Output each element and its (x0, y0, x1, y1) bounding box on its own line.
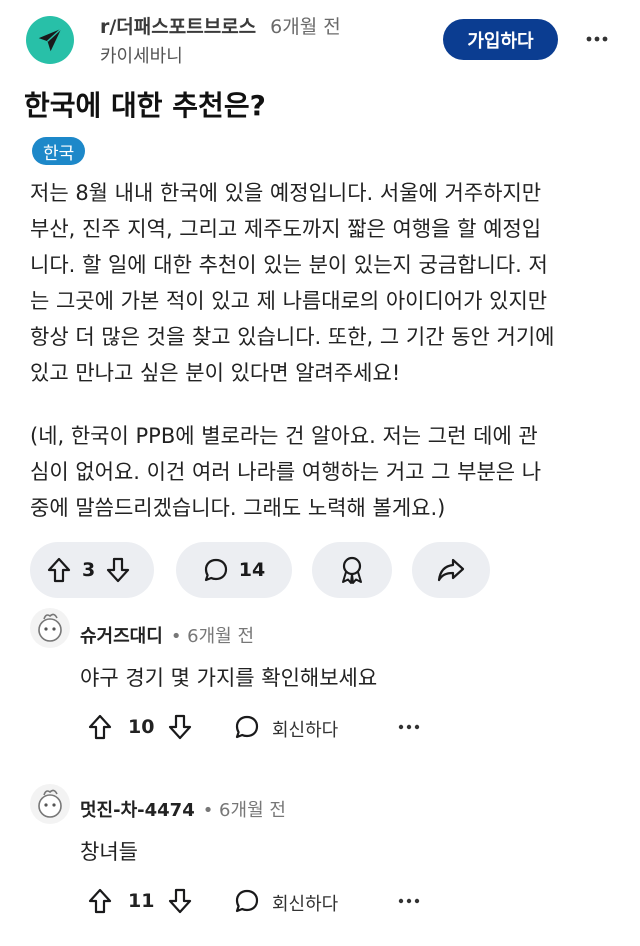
comment-vote-count: 11 (128, 890, 155, 912)
comment-time: • 6개월 전 (170, 626, 255, 647)
comment-action-bar: 11 회신하다 (80, 888, 620, 918)
reply-button[interactable]: 회신하다 (272, 716, 338, 742)
post-body-paragraph-2: (네, 한국이 PPB에 별로라는 건 알아요. 저는 그런 데에 관 심이 없… (30, 418, 622, 526)
join-button[interactable]: 가입하다 (443, 19, 558, 60)
reply-bubble-icon[interactable] (234, 888, 260, 914)
comment-author[interactable]: 멋진-차-4474 (80, 800, 195, 821)
more-horizontal-icon[interactable] (398, 724, 420, 730)
body-line: (네, 한국이 PPB에 별로라는 건 알아요. 저는 그런 데에 관 (30, 424, 538, 448)
reply-button[interactable]: 회신하다 (272, 890, 338, 916)
upvote-arrow-icon[interactable] (44, 557, 74, 583)
comment-text: 야구 경기 몇 가지를 확인해보세요 (80, 666, 378, 690)
subreddit-line: r/더패스포트브로스 6개월 전 (100, 12, 341, 39)
award-icon (338, 555, 366, 585)
post-author[interactable]: 카이세바니 (100, 42, 183, 68)
body-line: 는 그곳에 가본 적이 있고 제 나름대로의 아이디어가 있지만 (30, 289, 548, 313)
avatar[interactable] (30, 608, 70, 648)
vote-count: 3 (82, 559, 96, 581)
subreddit-name[interactable]: r/더패스포트브로스 (100, 16, 256, 38)
upvote-arrow-icon[interactable] (88, 714, 112, 740)
more-horizontal-icon[interactable] (582, 24, 612, 54)
more-horizontal-icon[interactable] (398, 898, 420, 904)
comment-action-bar: 10 회신하다 (80, 714, 620, 744)
post-time: 6개월 전 (270, 16, 341, 38)
share-button[interactable] (412, 542, 490, 598)
airplane-icon[interactable] (26, 16, 74, 64)
body-line: 부산, 진주 지역, 그리고 제주도까지 짧은 여행을 할 예정입 (30, 217, 542, 241)
post-header: r/더패스포트브로스 6개월 전 카이세바니 가입하다 (0, 0, 640, 78)
comment-bubble-icon (203, 557, 229, 583)
comment-author-line: 슈거즈대디 • 6개월 전 (80, 622, 254, 648)
upvote-arrow-icon[interactable] (88, 888, 112, 914)
body-line: 니다. 할 일에 대한 추천이 있는 분이 있는지 궁금합니다. 저 (30, 253, 548, 277)
body-line: 항상 더 많은 것을 찾고 있습니다. 또한, 그 기간 동안 거기에 (30, 325, 555, 349)
post-title: 한국에 대한 추천은? (24, 89, 266, 122)
downvote-arrow-icon[interactable] (168, 714, 192, 740)
body-line: 있고 만나고 싶은 분이 있다면 알려주세요! (30, 361, 401, 385)
award-button[interactable] (312, 542, 392, 598)
body-line: 중에 말씀드리겠습니다. 그래도 노력해 볼게요.) (30, 496, 446, 520)
post-body-paragraph-1: 저는 8월 내내 한국에 있을 예정입니다. 서울에 거주하지만 부산, 진주 … (30, 175, 622, 391)
share-arrow-icon (437, 557, 465, 583)
body-line: 저는 8월 내내 한국에 있을 예정입니다. 서울에 거주하지만 (30, 181, 542, 205)
downvote-arrow-icon[interactable] (168, 888, 192, 914)
post-action-bar: 3 14 (30, 542, 630, 598)
body-line: 심이 없어요. 이건 여러 나라를 여행하는 거고 그 부분은 나 (30, 460, 542, 484)
comment-vote-count: 10 (128, 716, 155, 738)
flair-badge[interactable]: 한국 (32, 137, 86, 165)
reply-bubble-icon[interactable] (234, 714, 260, 740)
vote-pill: 3 (30, 542, 154, 598)
comment-author-line: 멋진-차-4474 • 6개월 전 (80, 796, 286, 822)
comment-text: 창녀들 (80, 840, 138, 864)
comment-author[interactable]: 슈거즈대디 (80, 626, 163, 647)
avatar[interactable] (30, 784, 70, 824)
downvote-arrow-icon[interactable] (103, 557, 133, 583)
comments-button[interactable]: 14 (176, 542, 292, 598)
comment-count: 14 (238, 559, 266, 581)
comment-time: • 6개월 전 (202, 800, 286, 821)
